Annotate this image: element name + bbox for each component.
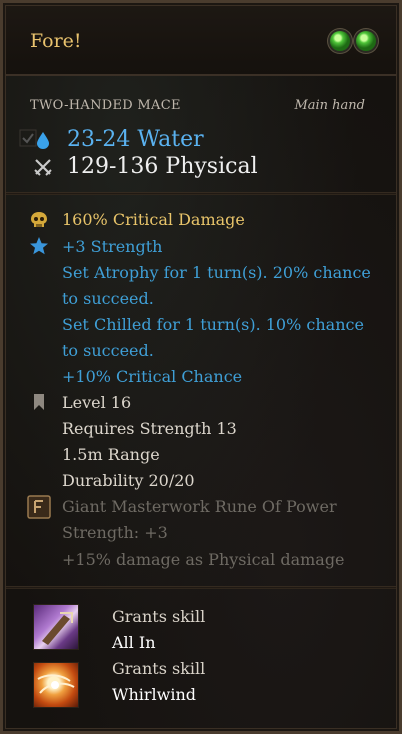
stat-range: 1.5m Range bbox=[62, 445, 160, 464]
stat-critical-damage: 160% Critical Damage bbox=[62, 210, 245, 229]
item-name: Fore! bbox=[30, 30, 82, 52]
stat-chilled-line2: to succeed. bbox=[62, 341, 154, 360]
bookmark-icon bbox=[34, 394, 44, 410]
stat-requires: Requires Strength 13 bbox=[62, 419, 237, 438]
damage-row-physical: 129-136 Physical bbox=[33, 154, 258, 179]
stat-chilled-line1: Set Chilled for 1 turn(s). 10% chance bbox=[62, 315, 364, 334]
item-tooltip: Fore! TWO-HANDED MACE Main hand 23-24 Wa… bbox=[0, 0, 402, 734]
rune-slot-icon bbox=[356, 31, 376, 51]
item-slot: Main hand bbox=[294, 98, 365, 113]
stat-strength: +3 Strength bbox=[62, 237, 163, 256]
stat-critical-chance: +10% Critical Chance bbox=[62, 367, 243, 386]
section-divider bbox=[6, 586, 396, 589]
skill-name-all-in: All In bbox=[112, 633, 156, 652]
section-divider bbox=[6, 192, 396, 195]
skull-icon bbox=[31, 212, 47, 227]
stat-atrophy-line1: Set Atrophy for 1 turn(s). 20% chance bbox=[62, 263, 371, 282]
stat-level: Level 16 bbox=[62, 393, 132, 412]
star-icon bbox=[30, 237, 48, 255]
tooltip-header: Fore! bbox=[6, 6, 396, 76]
skill-grant-label: Grants skill bbox=[112, 607, 206, 626]
rune-slot-icon bbox=[330, 31, 350, 51]
whirlwind-skill-icon[interactable] bbox=[33, 662, 79, 708]
skill-name-whirlwind: Whirlwind bbox=[112, 685, 196, 704]
item-type: TWO-HANDED MACE bbox=[30, 98, 181, 113]
water-drop-icon bbox=[33, 131, 53, 149]
rune-bonus: +15% damage as Physical damage bbox=[62, 550, 345, 569]
skill-grant-label: Grants skill bbox=[112, 659, 206, 678]
damage-row-water: 23-24 Water bbox=[33, 127, 204, 152]
stat-durability: Durability 20/20 bbox=[62, 471, 195, 490]
water-damage: 23-24 Water bbox=[67, 127, 204, 152]
crossed-swords-icon bbox=[33, 157, 53, 177]
physical-damage: 129-136 Physical bbox=[67, 154, 258, 179]
rune-icon[interactable] bbox=[27, 495, 51, 519]
rune-name: Giant Masterwork Rune Of Power bbox=[62, 497, 337, 516]
rune-strength: Strength: +3 bbox=[62, 523, 168, 542]
all-in-skill-icon[interactable] bbox=[33, 604, 79, 650]
rune-slots bbox=[330, 31, 376, 51]
stat-atrophy-line2: to succeed. bbox=[62, 289, 154, 308]
